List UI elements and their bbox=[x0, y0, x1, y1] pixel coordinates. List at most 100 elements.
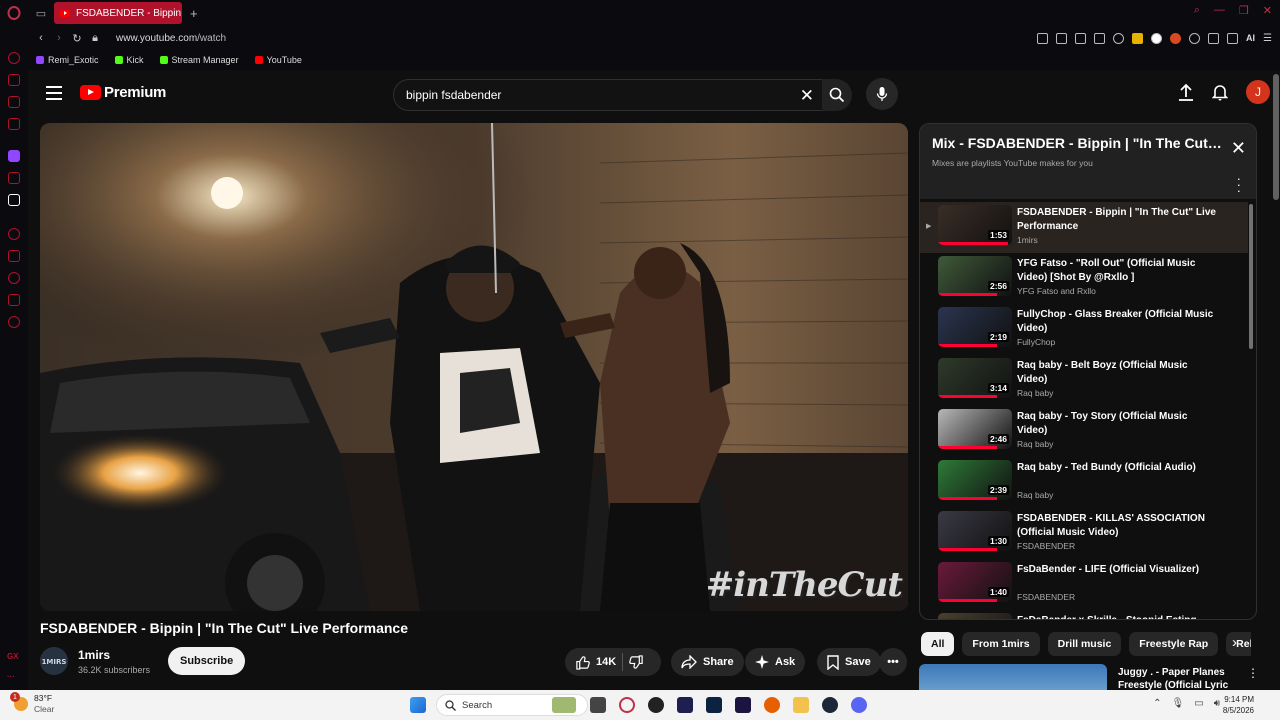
search-button[interactable] bbox=[822, 79, 852, 111]
mix-item[interactable]: 2:19 FullyChop - Glass Breaker (Official … bbox=[920, 304, 1248, 355]
system-clock[interactable]: 9:14 PM 8/5/2026 bbox=[1223, 694, 1254, 716]
bookmark-item[interactable]: Stream Manager bbox=[159, 55, 239, 65]
mix-item-title[interactable]: FullyChop - Glass Breaker (Official Musi… bbox=[1017, 308, 1217, 336]
recommended-more-icon[interactable]: ⋮ bbox=[1247, 666, 1259, 680]
chips-next-arrow-icon[interactable]: › bbox=[1232, 634, 1237, 651]
save-button[interactable]: Save bbox=[817, 648, 881, 676]
mix-item-thumbnail[interactable]: 1:40 bbox=[938, 562, 1012, 602]
video-player[interactable]: #inTheCut bbox=[40, 123, 908, 611]
recommended-thumbnail[interactable] bbox=[919, 664, 1107, 690]
clear-search-icon[interactable]: ✕ bbox=[800, 86, 814, 106]
youtube-premium-logo[interactable]: Premium bbox=[80, 84, 166, 101]
task-view-icon[interactable] bbox=[590, 697, 606, 713]
play-icon[interactable] bbox=[1094, 32, 1106, 44]
mix-item[interactable]: 2:46 Raq baby - Toy Story (Official Music… bbox=[920, 406, 1248, 457]
taskbar-discord-icon[interactable] bbox=[851, 697, 867, 713]
sidebar-player-icon[interactable] bbox=[8, 228, 20, 240]
thumbs-up-icon[interactable] bbox=[575, 655, 590, 670]
mix-item[interactable]: FsDaBender x Skrilla - Stoopid Eating bbox=[920, 610, 1248, 619]
forward-button[interactable]: › bbox=[50, 32, 68, 44]
close-window-button[interactable]: ✕ bbox=[1263, 4, 1272, 17]
sidebar-more-icon[interactable]: ··· bbox=[7, 672, 15, 681]
sidebar-extensions-icon[interactable] bbox=[8, 294, 20, 306]
mix-more-icon[interactable]: · · · bbox=[1237, 172, 1241, 197]
reload-button[interactable]: ↻ bbox=[68, 32, 86, 45]
mix-item-thumbnail[interactable] bbox=[938, 613, 1012, 619]
aria-ai-button[interactable]: AI bbox=[1246, 33, 1255, 43]
sidebar-bag-icon[interactable] bbox=[8, 74, 20, 86]
sidebar-messenger-icon[interactable] bbox=[8, 96, 20, 108]
mix-item-thumbnail[interactable]: 2:46 bbox=[938, 409, 1012, 449]
recommended-video[interactable]: Juggy . - Paper Planes Freestyle (Offici… bbox=[919, 664, 1259, 690]
minimize-button[interactable]: — bbox=[1214, 4, 1225, 17]
sidebar-settings-icon[interactable] bbox=[8, 316, 20, 328]
sidebar-tiktok-icon[interactable] bbox=[8, 194, 20, 206]
filter-chip[interactable]: All bbox=[921, 632, 955, 656]
microphone-tray-icon[interactable]: 🎙︎ bbox=[1172, 698, 1185, 709]
extension-red-icon[interactable] bbox=[1170, 32, 1182, 44]
sidebar-twitch-icon[interactable] bbox=[8, 150, 20, 162]
mix-item-thumbnail[interactable]: 2:19 bbox=[938, 307, 1012, 347]
mix-item[interactable]: 1:40 FsDaBender - LIFE (Official Visualiz… bbox=[920, 559, 1248, 610]
sidebar-news-icon[interactable] bbox=[8, 118, 20, 130]
shield-icon[interactable] bbox=[1075, 32, 1087, 44]
bookmark-item[interactable]: Kick bbox=[114, 55, 144, 65]
taskbar-firefox-icon[interactable] bbox=[764, 697, 780, 713]
mix-item-title[interactable]: FSDABENDER - KILLAS' ASSOCIATION (Offici… bbox=[1017, 512, 1217, 540]
url-field[interactable]: www.youtube.com/watch bbox=[116, 33, 226, 44]
download-icon[interactable] bbox=[1227, 32, 1239, 44]
channel-name[interactable]: 1mirs bbox=[78, 648, 110, 662]
taskbar-opera-gx-icon[interactable] bbox=[648, 697, 664, 713]
taskbar-file-explorer-icon[interactable] bbox=[793, 697, 809, 713]
share-button[interactable]: Share bbox=[671, 648, 744, 676]
extension-gear-icon[interactable] bbox=[1189, 32, 1201, 44]
snapshot-icon[interactable] bbox=[1056, 32, 1068, 44]
extension-s-icon[interactable] bbox=[1151, 32, 1163, 44]
subscribe-button[interactable]: Subscribe bbox=[168, 647, 246, 675]
taskbar-opera-icon[interactable] bbox=[619, 697, 635, 713]
sidebar-percent-icon[interactable] bbox=[8, 172, 20, 184]
mix-item[interactable]: ▶ 1:53 FSDABENDER - Bippin | "In The Cut" … bbox=[920, 202, 1248, 253]
taskbar-photoshop-icon[interactable] bbox=[706, 697, 722, 713]
weather-widget[interactable]: 1 83°F Clear bbox=[10, 692, 54, 715]
filter-chip[interactable]: Freestyle Rap bbox=[1129, 632, 1219, 656]
sidebar-bookmark-icon[interactable] bbox=[8, 250, 20, 262]
mix-item-title[interactable]: FSDABENDER - Bippin | "In The Cut" Live … bbox=[1017, 206, 1217, 234]
sidebar-speed-dial-icon[interactable] bbox=[8, 52, 20, 64]
mix-title[interactable]: Mix - FSDABENDER - Bippin | "In The Cut"… bbox=[932, 135, 1222, 151]
heart-icon[interactable] bbox=[1113, 32, 1125, 44]
bookmark-item[interactable]: Remi_Exotic bbox=[36, 55, 99, 65]
sidebar-gx-label[interactable]: GX bbox=[7, 652, 19, 661]
mix-item-title[interactable]: Raq baby - Belt Boyz (Official Music Vid… bbox=[1017, 359, 1217, 387]
windows-start-icon[interactable] bbox=[410, 697, 426, 713]
thumbs-down-icon[interactable] bbox=[629, 654, 644, 670]
search-tabs-icon[interactable]: ⌕ bbox=[1194, 4, 1200, 17]
network-icon[interactable]: ▭ bbox=[1194, 698, 1203, 709]
mix-item-title[interactable]: FsDaBender x Skrilla - Stoopid Eating bbox=[1017, 614, 1217, 619]
opera-logo-icon[interactable] bbox=[0, 0, 28, 26]
bookmark-item[interactable]: YouTube bbox=[254, 55, 302, 65]
mix-item-title[interactable]: Raq baby - Ted Bundy (Official Audio) bbox=[1017, 461, 1217, 475]
channel-avatar[interactable]: 1MIRS bbox=[40, 647, 68, 675]
maximize-button[interactable]: ❐ bbox=[1239, 4, 1249, 17]
filter-chip[interactable]: Drill music bbox=[1047, 632, 1122, 656]
extension-yellow-icon[interactable] bbox=[1132, 32, 1144, 44]
mix-item-thumbnail[interactable]: 3:14 bbox=[938, 358, 1012, 398]
mix-item[interactable]: 1:30 FSDABENDER - KILLAS' ASSOCIATION (Of… bbox=[920, 508, 1248, 559]
recommended-title[interactable]: Juggy . - Paper Planes Freestyle (Offici… bbox=[1118, 666, 1236, 690]
taskbar-premiere-icon[interactable] bbox=[735, 697, 751, 713]
browser-tab-active[interactable]: FSDABENDER - Bippin | "In bbox=[54, 2, 182, 24]
taskbar-steam-icon[interactable] bbox=[822, 697, 838, 713]
voice-search-button[interactable] bbox=[866, 78, 898, 110]
mix-item[interactable]: 2:56 YFG Fatso - "Roll Out" (Official Mus… bbox=[920, 253, 1248, 304]
pin-icon[interactable] bbox=[1037, 32, 1049, 44]
sidebar-history-icon[interactable] bbox=[8, 272, 20, 284]
filter-chip[interactable]: Rela bbox=[1226, 632, 1251, 656]
account-avatar[interactable]: J bbox=[1246, 80, 1270, 104]
tray-chevron-icon[interactable]: ⌃ bbox=[1153, 698, 1161, 709]
mix-item[interactable]: 3:14 Raq baby - Belt Boyz (Official Music… bbox=[920, 355, 1248, 406]
mix-item-thumbnail[interactable]: 2:56 bbox=[938, 256, 1012, 296]
mix-item[interactable]: 2:39 Raq baby - Ted Bundy (Official Audio… bbox=[920, 457, 1248, 508]
new-tab-button[interactable]: + bbox=[190, 6, 198, 21]
back-button[interactable]: ‹ bbox=[32, 32, 50, 44]
